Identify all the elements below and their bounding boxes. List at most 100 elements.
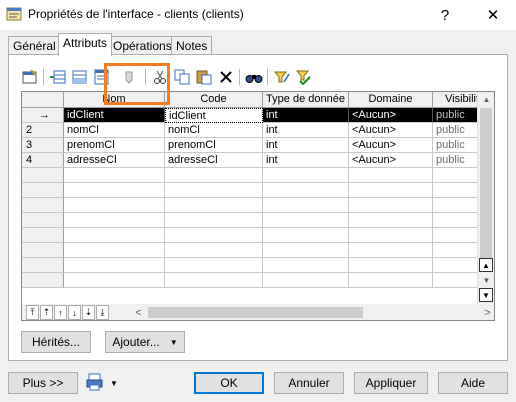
empty-cell[interactable] (165, 258, 263, 273)
delete-icon[interactable] (217, 68, 235, 86)
plus-button[interactable]: Plus >> (8, 372, 78, 394)
help-button[interactable]: ? (422, 0, 468, 30)
tab-notes[interactable]: Notes (171, 36, 213, 55)
add-attributes-icon[interactable] (93, 68, 111, 86)
tab-general[interactable]: Général (8, 36, 61, 55)
ok-button[interactable]: OK (194, 372, 264, 394)
filter-icon[interactable] (121, 68, 139, 86)
empty-cell[interactable] (263, 243, 349, 258)
empty-cell[interactable] (165, 273, 263, 288)
cell-visibilite[interactable]: public (433, 138, 479, 153)
row-number[interactable] (22, 258, 64, 273)
empty-cell[interactable] (165, 243, 263, 258)
move-page-down-button[interactable]: ⇣ (82, 305, 95, 320)
empty-cell[interactable] (349, 213, 433, 228)
empty-cell[interactable] (64, 228, 165, 243)
cell-domaine[interactable]: <Aucun> (349, 153, 433, 168)
cell-nom[interactable]: idClient (64, 108, 165, 123)
horizontal-scrollbar[interactable]: < > (130, 304, 494, 320)
cell-code[interactable]: prenomCl (165, 138, 263, 153)
cell-type[interactable]: int (263, 153, 349, 168)
cell-code[interactable]: nomCl (165, 123, 263, 138)
empty-cell[interactable] (263, 168, 349, 183)
empty-cell[interactable] (165, 198, 263, 213)
vertical-scroll-thumb[interactable] (480, 108, 492, 258)
cell-type[interactable]: int (263, 123, 349, 138)
cell-nom[interactable]: prenomCl (64, 138, 165, 153)
table-row[interactable]: 4 adresseCl adresseCl int <Aucun> public (22, 153, 479, 168)
close-button[interactable]: ✕ (470, 0, 516, 30)
cell-nom[interactable]: nomCl (64, 123, 165, 138)
empty-cell[interactable] (349, 168, 433, 183)
empty-row[interactable] (22, 168, 479, 183)
empty-row[interactable] (22, 198, 479, 213)
scroll-down-arrow-icon[interactable]: ▼ (478, 273, 494, 288)
tab-attributs[interactable]: Attributs (58, 33, 113, 56)
scroll-bottom-icon[interactable]: ▼ (479, 288, 493, 302)
cell-visibilite[interactable]: public (433, 123, 479, 138)
tab-operations[interactable]: Opérations (108, 36, 177, 55)
move-top-button[interactable]: ⤒ (26, 305, 39, 320)
empty-cell[interactable] (263, 273, 349, 288)
empty-cell[interactable] (64, 213, 165, 228)
empty-cell[interactable] (165, 213, 263, 228)
move-up-button[interactable]: ↑ (54, 305, 67, 320)
vertical-scrollbar[interactable]: ▲ ▲ ▼ ▼ (477, 92, 494, 304)
appliquer-button[interactable]: Appliquer (354, 372, 428, 394)
row-number[interactable] (22, 168, 64, 183)
empty-row[interactable] (22, 258, 479, 273)
empty-row[interactable] (22, 243, 479, 258)
empty-cell[interactable] (263, 198, 349, 213)
empty-row[interactable] (22, 228, 479, 243)
empty-cell[interactable] (64, 183, 165, 198)
empty-cell[interactable] (433, 183, 479, 198)
cell-code[interactable]: adresseCl (165, 153, 263, 168)
row-number[interactable] (22, 213, 64, 228)
empty-cell[interactable] (349, 273, 433, 288)
table-row[interactable]: 3 prenomCl prenomCl int <Aucun> public (22, 138, 479, 153)
empty-cell[interactable] (165, 228, 263, 243)
paste-icon[interactable] (195, 68, 213, 86)
cell-visibilite[interactable]: public (433, 153, 479, 168)
row-number[interactable] (22, 198, 64, 213)
empty-cell[interactable] (64, 258, 165, 273)
aide-button[interactable]: Aide (438, 372, 508, 394)
row-pointer-icon[interactable]: → (22, 108, 64, 123)
ajouter-button[interactable]: Ajouter... ▼ (105, 331, 185, 353)
empty-cell[interactable] (64, 198, 165, 213)
cut-icon[interactable] (151, 68, 169, 86)
herites-button[interactable]: Hérités... (21, 331, 91, 353)
print-dropdown[interactable]: ▼ (86, 372, 122, 394)
find-icon[interactable] (245, 68, 263, 86)
add-row-icon[interactable] (71, 68, 89, 86)
scroll-top-icon[interactable]: ▲ (479, 258, 493, 272)
empty-cell[interactable] (433, 273, 479, 288)
header-code[interactable]: Code (165, 92, 263, 108)
empty-cell[interactable] (433, 243, 479, 258)
empty-cell[interactable] (263, 183, 349, 198)
cell-type[interactable]: int (263, 108, 349, 123)
empty-row[interactable] (22, 273, 479, 288)
empty-row[interactable] (22, 213, 479, 228)
scroll-left-arrow-icon[interactable]: < (130, 305, 147, 320)
insert-row-icon[interactable] (49, 68, 67, 86)
empty-row[interactable] (22, 183, 479, 198)
cell-domaine[interactable]: <Aucun> (349, 123, 433, 138)
empty-cell[interactable] (165, 183, 263, 198)
row-number[interactable] (22, 228, 64, 243)
empty-cell[interactable] (263, 228, 349, 243)
empty-cell[interactable] (64, 168, 165, 183)
header-visibilite[interactable]: Visibilité (433, 92, 479, 108)
row-number[interactable]: 2 (22, 123, 64, 138)
annuler-button[interactable]: Annuler (274, 372, 344, 394)
cell-type[interactable]: int (263, 138, 349, 153)
empty-cell[interactable] (64, 243, 165, 258)
empty-cell[interactable] (433, 228, 479, 243)
cell-nom[interactable]: adresseCl (64, 153, 165, 168)
scroll-right-arrow-icon[interactable]: > (479, 305, 494, 320)
scroll-up-arrow-icon[interactable]: ▲ (478, 92, 494, 107)
move-down-button[interactable]: ↓ (68, 305, 81, 320)
cell-domaine[interactable]: <Aucun> (349, 138, 433, 153)
empty-cell[interactable] (349, 243, 433, 258)
empty-cell[interactable] (349, 183, 433, 198)
